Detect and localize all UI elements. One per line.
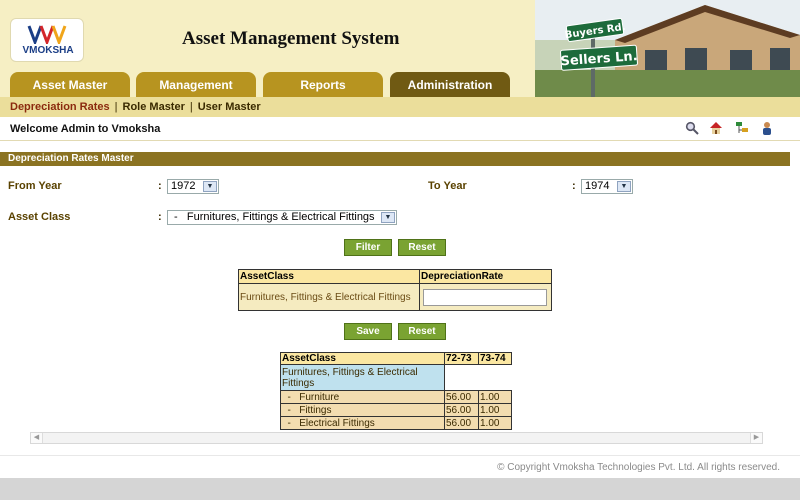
bottom-bar: [0, 478, 800, 500]
asset-class-label: Asset Class: [8, 211, 71, 223]
group-row-label: Furnitures, Fittings & Electrical Fittin…: [280, 364, 445, 391]
row-value-73-74: 1.00: [478, 390, 512, 404]
from-year-select[interactable]: 1972 ▼: [167, 179, 219, 194]
rate-cell: [419, 283, 552, 311]
chevron-down-icon: ▼: [617, 181, 631, 192]
column-header-73-74: 73-74: [478, 352, 512, 365]
table-row: - Furniture 56.00 1.00: [280, 390, 512, 404]
row-name: - Fittings: [280, 403, 445, 417]
column-header-72-73: 72-73: [444, 352, 479, 365]
chevron-down-icon: ▼: [203, 181, 217, 192]
section-title: Depreciation Rates Master: [0, 152, 790, 166]
welcome-message: Welcome Admin to Vmoksha: [0, 117, 800, 141]
search-icon[interactable]: [685, 121, 699, 135]
row-value-72-73: 56.00: [444, 403, 479, 417]
horizontal-scrollbar[interactable]: ◀ ▶: [30, 432, 763, 444]
reset-button-2[interactable]: Reset: [398, 323, 446, 340]
app-title: Asset Management System: [182, 28, 400, 49]
chevron-down-icon: ▼: [381, 212, 395, 223]
tab-asset-master[interactable]: Asset Master: [10, 72, 130, 97]
subnav-separator: |: [189, 101, 193, 113]
table-row: - Electrical Fittings 56.00 1.00: [280, 416, 512, 430]
sitemap-icon[interactable]: [735, 121, 749, 135]
logo-mark-icon: [27, 25, 67, 44]
column-header-depreciation-rate: DepreciationRate: [419, 269, 552, 284]
row-value-72-73: 56.00: [444, 416, 479, 430]
vmoksha-logo[interactable]: VMOKSHA: [10, 18, 84, 62]
column-header-asset-class: AssetClass: [280, 352, 445, 365]
footer-divider: [0, 455, 800, 456]
tab-management[interactable]: Management: [136, 72, 256, 97]
to-year-select[interactable]: 1974 ▼: [581, 179, 633, 194]
asset-class-value: - Furnitures, Fittings & Electrical Fitt…: [171, 211, 375, 223]
row-value-72-73: 56.00: [444, 390, 479, 404]
subnav-depreciation-rates[interactable]: Depreciation Rates: [10, 101, 110, 113]
column-header-asset-class: AssetClass: [238, 269, 420, 284]
depreciation-summary-table: AssetClass 72-73 73-74 Furnitures, Fitti…: [280, 352, 512, 430]
sub-navigation: Depreciation Rates | Role Master | User Mast…: [0, 97, 800, 117]
subnav-separator: |: [114, 101, 118, 113]
logo-text: VMOKSHA: [22, 45, 74, 56]
row-value-73-74: 1.00: [478, 403, 512, 417]
to-year-value: 1974: [585, 180, 610, 192]
depreciation-rate-input[interactable]: [423, 288, 547, 306]
tab-administration[interactable]: Administration: [390, 72, 510, 97]
rate-row-asset-class: Furnitures, Fittings & Electrical Fittin…: [238, 283, 420, 311]
subnav-role-master[interactable]: Role Master: [123, 101, 185, 113]
user-icon[interactable]: [760, 121, 774, 135]
row-value-73-74: 1.00: [478, 416, 512, 430]
filter-button[interactable]: Filter: [344, 239, 392, 256]
from-year-colon: :: [158, 180, 162, 192]
tab-reports[interactable]: Reports: [263, 72, 383, 97]
copyright-text: © Copyright Vmoksha Technologies Pvt. Lt…: [497, 462, 780, 473]
header: VMOKSHA Asset Management System Buyers R…: [0, 0, 800, 97]
to-year-label: To Year: [428, 180, 467, 192]
asset-class-colon: :: [158, 211, 162, 223]
rate-entry-table: AssetClass DepreciationRate Furnitures, …: [238, 269, 552, 311]
save-button[interactable]: Save: [344, 323, 392, 340]
from-year-label: From Year: [8, 180, 62, 192]
group-row-blank: [444, 364, 512, 391]
reset-button[interactable]: Reset: [398, 239, 446, 256]
to-year-colon: :: [572, 180, 576, 192]
asset-class-select[interactable]: - Furnitures, Fittings & Electrical Fitt…: [167, 210, 397, 225]
subnav-user-master[interactable]: User Master: [198, 101, 261, 113]
table-row: - Fittings 56.00 1.00: [280, 403, 512, 417]
scroll-right-icon[interactable]: ▶: [750, 433, 762, 443]
row-name: - Electrical Fittings: [280, 416, 445, 430]
row-name: - Furniture: [280, 390, 445, 404]
from-year-value: 1972: [171, 180, 196, 192]
home-icon[interactable]: [709, 121, 723, 135]
house-banner-image: Buyers Rd. Sellers Ln.: [535, 0, 800, 97]
scroll-left-icon[interactable]: ◀: [31, 433, 43, 443]
